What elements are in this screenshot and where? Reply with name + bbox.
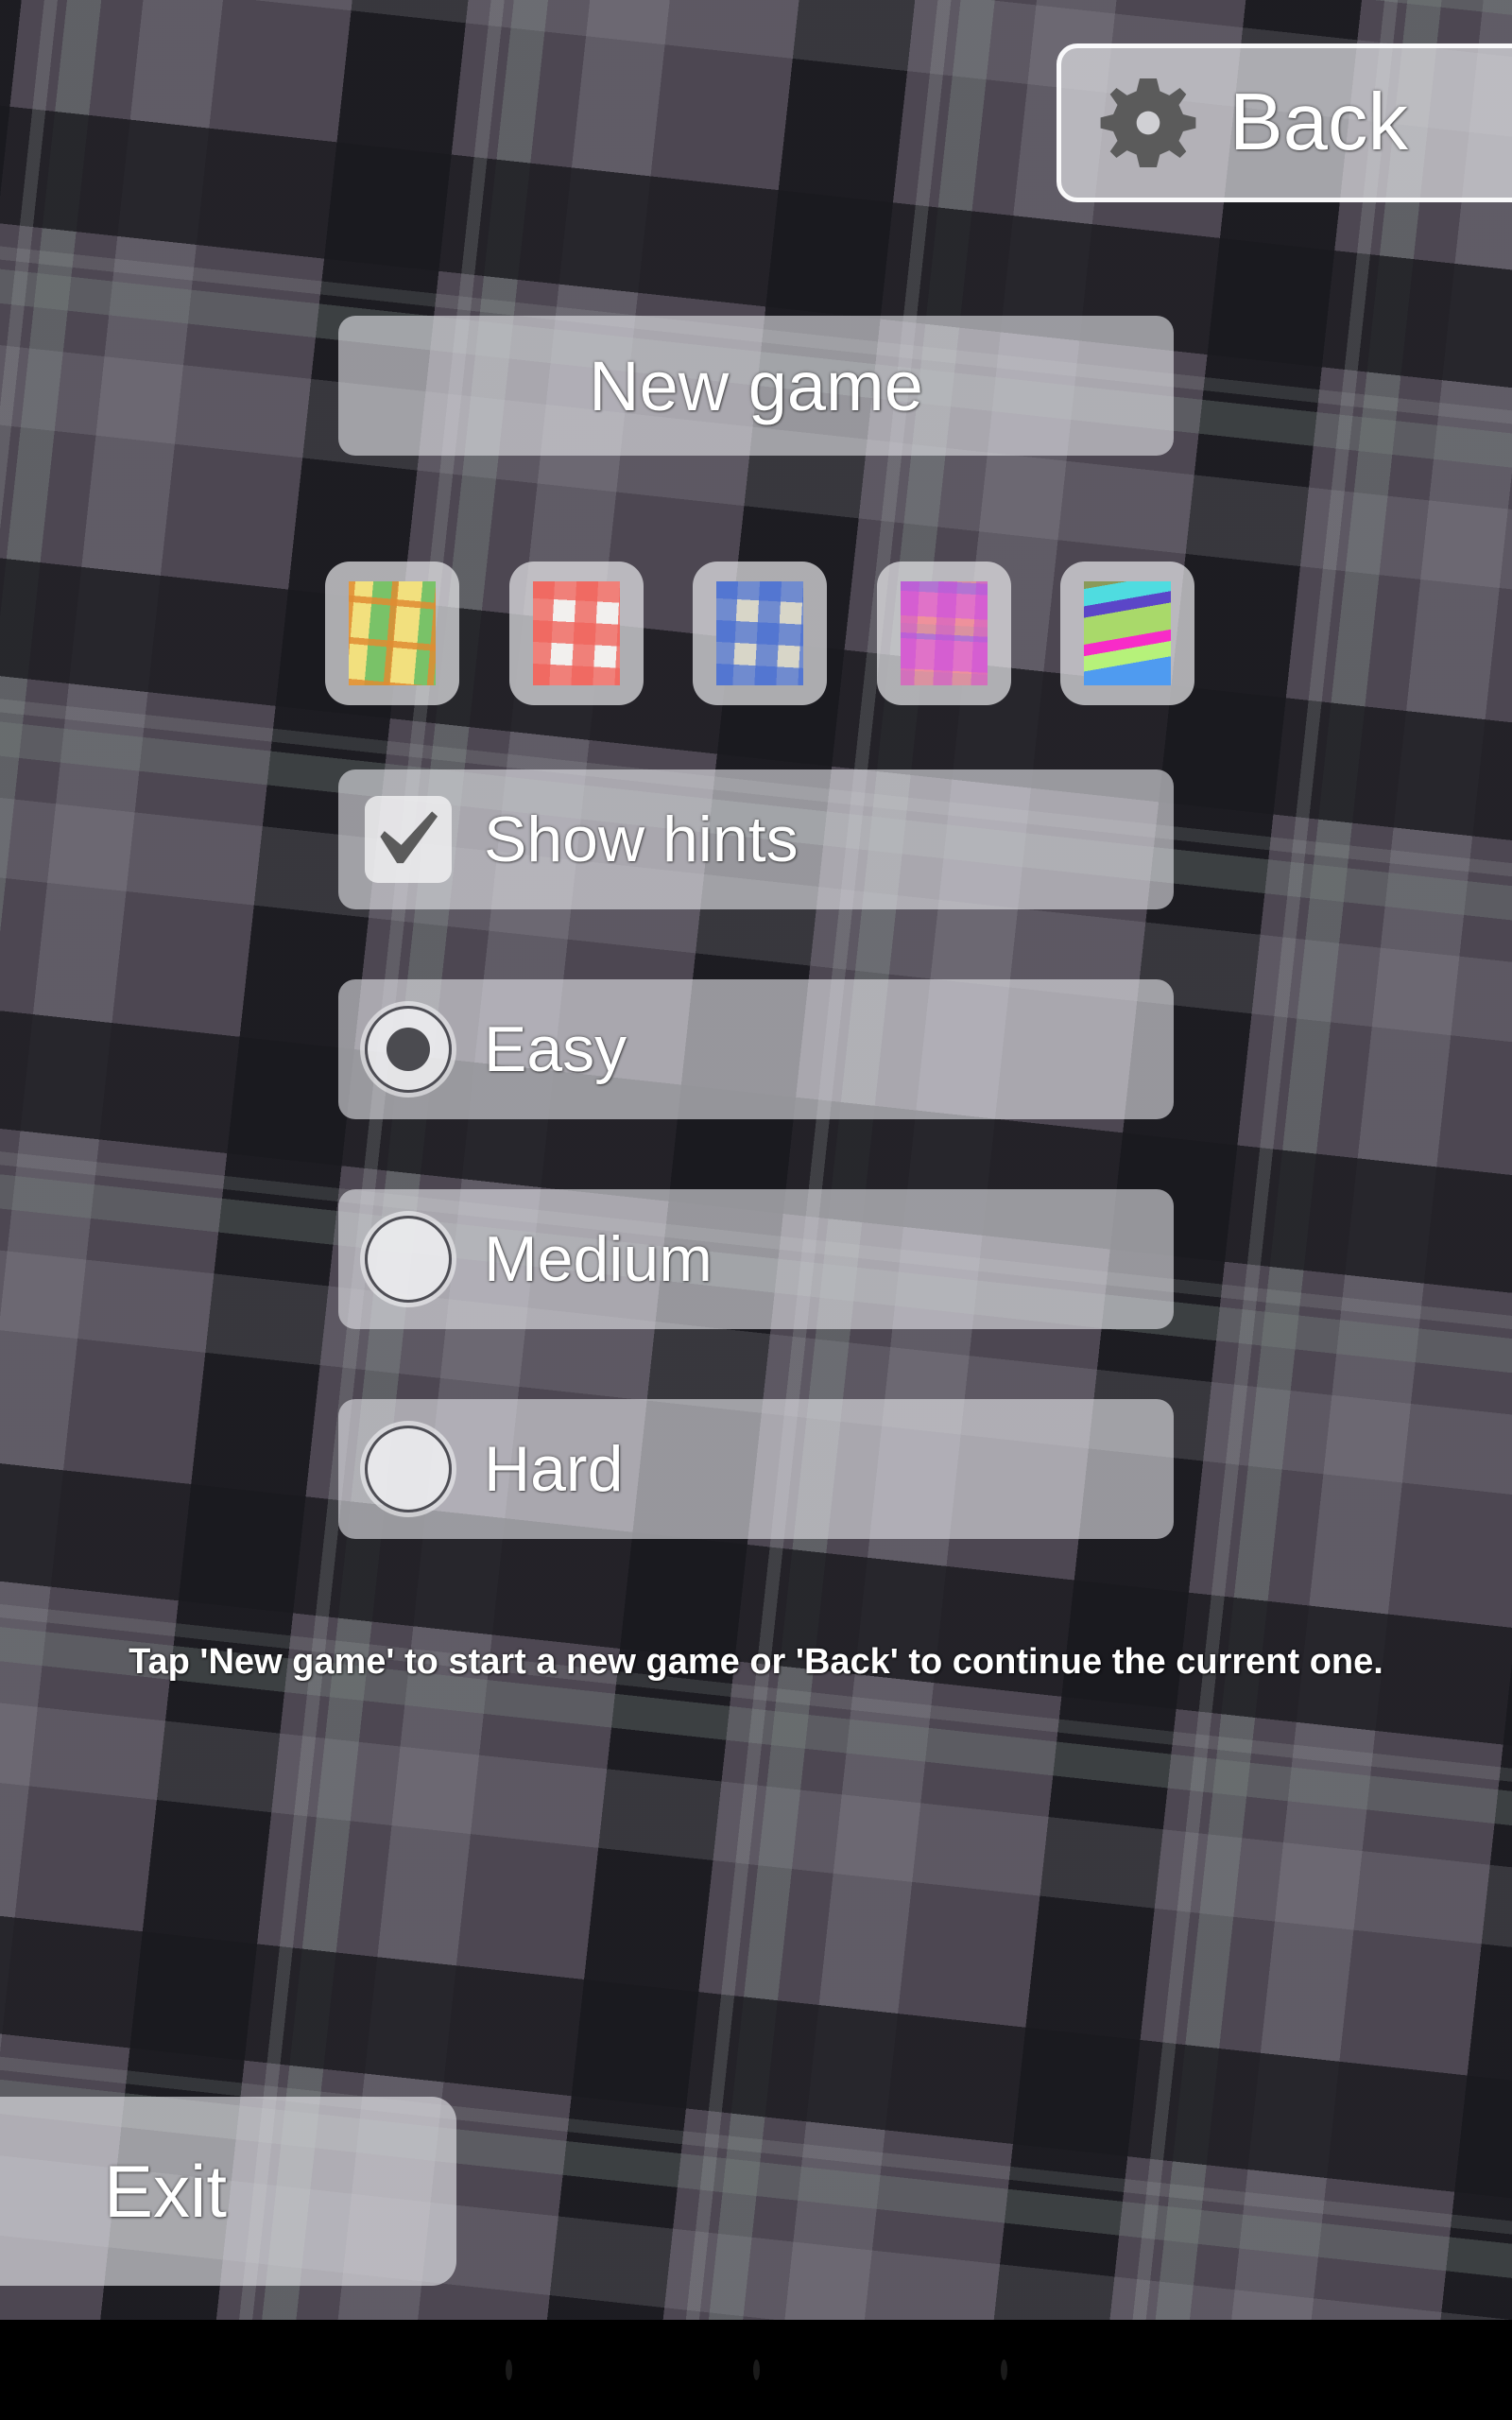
show-hints-label: Show hints [484, 804, 799, 875]
nav-back-dot[interactable] [505, 2360, 512, 2380]
theme-swatch-rainbow-stripe [1084, 581, 1171, 685]
difficulty-label-medium: Medium [484, 1223, 713, 1295]
show-hints-row[interactable]: Show hints [338, 769, 1174, 909]
radio-easy[interactable] [365, 1006, 452, 1093]
difficulty-option-medium[interactable]: Medium [338, 1189, 1174, 1329]
difficulty-option-hard[interactable]: Hard [338, 1399, 1174, 1539]
radio-easy-dot [387, 1028, 430, 1071]
theme-selector [325, 562, 1194, 705]
exit-button-label: Exit [104, 2149, 228, 2233]
new-game-button-label: New game [589, 346, 923, 425]
theme-option-red-gingham[interactable] [508, 562, 644, 705]
back-button[interactable]: Back [1057, 43, 1512, 202]
theme-swatch-green-plaid [349, 581, 436, 685]
difficulty-option-easy[interactable]: Easy [338, 979, 1174, 1119]
radio-medium[interactable] [365, 1216, 452, 1303]
theme-swatch-pink-plaid [900, 581, 988, 685]
system-navigation-bar [0, 2320, 1512, 2420]
app-screen: Back New game Show hints Easy Medium Har… [0, 0, 1512, 2420]
nav-recent-dot[interactable] [1000, 2360, 1007, 2380]
radio-hard[interactable] [365, 1426, 452, 1512]
difficulty-label-easy: Easy [484, 1013, 627, 1085]
checkmark-icon [380, 811, 438, 864]
theme-option-rainbow-stripe[interactable] [1060, 562, 1194, 705]
gear-icon [1100, 78, 1196, 168]
show-hints-checkbox[interactable] [365, 796, 452, 883]
theme-option-green-plaid[interactable] [325, 562, 459, 705]
theme-option-blue-gingham[interactable] [693, 562, 827, 705]
theme-swatch-red-gingham [532, 581, 620, 685]
exit-button[interactable]: Exit [0, 2097, 456, 2286]
new-game-button[interactable]: New game [338, 316, 1174, 456]
hint-text: Tap 'New game' to start a new game or 'B… [129, 1642, 1383, 1682]
nav-home-dot[interactable] [752, 2360, 760, 2380]
difficulty-label-hard: Hard [484, 1433, 624, 1505]
theme-swatch-blue-gingham [716, 581, 803, 685]
theme-option-pink-plaid[interactable] [876, 562, 1011, 705]
back-button-label: Back [1229, 78, 1408, 167]
